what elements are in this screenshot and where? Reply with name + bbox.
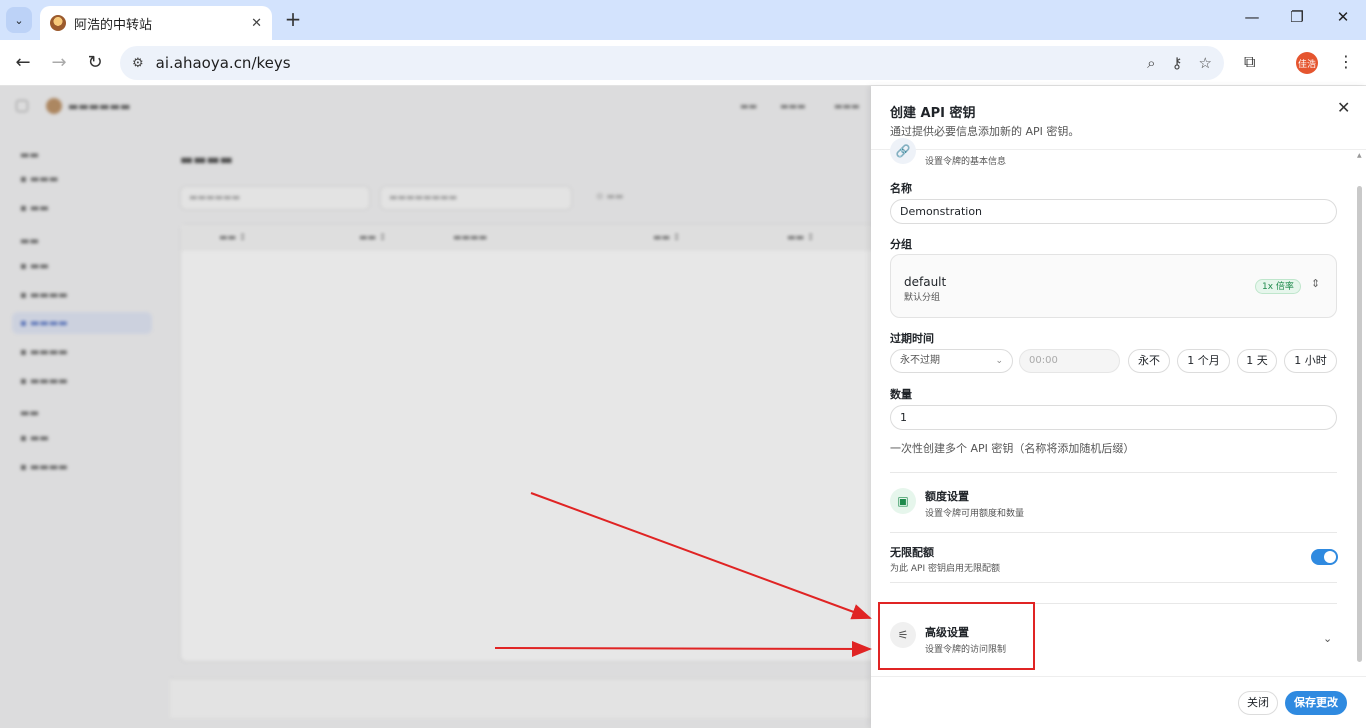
profile-avatar[interactable]: 佳浩 — [1296, 52, 1318, 74]
new-tab-button[interactable]: + — [282, 8, 304, 30]
section-divider — [890, 472, 1337, 473]
site-settings-icon[interactable]: ⚙ — [132, 56, 144, 71]
sheet-scrollbar[interactable]: ▲ — [1357, 152, 1363, 674]
quantity-hint: 一次性创建多个 API 密钥（名称将添加随机后缀） — [890, 442, 1135, 455]
window-close-button[interactable]: ✕ — [1331, 8, 1355, 26]
sheet-footer: 关闭 保存更改 — [871, 676, 1366, 728]
link-icon: 🔗 — [890, 138, 916, 164]
extensions-puzzle-icon[interactable]: ⧉ — [1244, 52, 1255, 72]
reload-icon[interactable]: ↻ — [82, 50, 108, 76]
sheet-header: 创建 API 密钥 通过提供必要信息添加新的 API 密钥。 ✕ — [871, 86, 1366, 150]
group-label: 分组 — [890, 238, 912, 251]
bookmark-star-icon[interactable]: ☆ — [1199, 54, 1212, 72]
group-ratio-badge: 1x 倍率 — [1255, 279, 1301, 294]
sheet-subtitle: 通过提供必要信息添加新的 API 密钥。 — [890, 125, 1080, 138]
section-divider — [890, 582, 1337, 583]
tab-close-icon[interactable]: ✕ — [251, 16, 262, 31]
group-select[interactable]: default 默认分组 1x 倍率 ⇕ — [890, 254, 1337, 318]
scrollbar-thumb[interactable] — [1357, 186, 1362, 662]
expire-1-month-button[interactable]: 1 个月 — [1177, 349, 1230, 373]
expire-1-hour-button[interactable]: 1 小时 — [1284, 349, 1337, 373]
close-button[interactable]: 关闭 — [1238, 691, 1278, 715]
group-description: 默认分组 — [904, 293, 941, 303]
expire-time-input[interactable]: 00:00 — [1019, 349, 1120, 373]
unlimited-quota-label: 无限配额 — [890, 546, 934, 559]
chevron-down-icon[interactable]: ⌄ — [1323, 632, 1332, 645]
sheet-close-icon[interactable]: ✕ — [1337, 98, 1350, 117]
expire-1-day-button[interactable]: 1 天 — [1237, 349, 1277, 373]
tab-search-chevron-icon[interactable]: ⌄ — [6, 7, 32, 33]
name-label: 名称 — [890, 182, 912, 195]
expire-select[interactable]: 永不过期 ⌄ — [890, 349, 1013, 373]
browser-tab-bar: ⌄ 阿浩的中转站 ✕ + — ❐ ✕ — [0, 0, 1366, 40]
tab-title: 阿浩的中转站 — [74, 17, 153, 33]
unlimited-quota-toggle[interactable] — [1311, 549, 1338, 565]
modal-backdrop[interactable] — [0, 86, 871, 728]
browser-menu-icon[interactable]: ⋮ — [1338, 52, 1354, 71]
unlimited-quota-subtitle: 为此 API 密钥启用无限配额 — [890, 564, 1000, 574]
site-favicon-icon — [50, 15, 66, 31]
quantity-input[interactable]: 1 — [890, 405, 1337, 430]
window-maximize-button[interactable]: ❐ — [1285, 8, 1309, 26]
sheet-title: 创建 API 密钥 — [890, 106, 976, 121]
address-url[interactable]: ai.ahaoya.cn/keys — [156, 54, 1131, 72]
section-divider — [890, 532, 1337, 533]
browser-toolbar: ← → ↻ ⚙ ai.ahaoya.cn/keys ⌕ ⚷ ☆ ⧉ 佳浩 ⋮ — [0, 40, 1366, 86]
quota-section-subtitle: 设置令牌可用额度和数量 — [925, 509, 1025, 519]
expire-select-value: 永不过期 — [900, 355, 940, 366]
zoom-icon[interactable]: ⌕ — [1147, 54, 1155, 72]
expire-never-button[interactable]: 永不 — [1128, 349, 1170, 373]
chevron-up-down-icon: ⇕ — [1311, 277, 1321, 290]
scroll-up-arrow-icon[interactable]: ▲ — [1357, 152, 1362, 159]
back-arrow-icon[interactable]: ← — [10, 50, 36, 76]
group-name: default — [904, 275, 947, 289]
quota-section-title: 额度设置 — [925, 490, 969, 503]
chevron-down-icon: ⌄ — [995, 356, 1003, 366]
password-key-icon[interactable]: ⚷ — [1172, 54, 1183, 72]
wallet-icon: ▣ — [890, 488, 916, 514]
background-page: ▬▬▬▬▬▬ ▬▬ ▬▬▬ ▬▬▬ ▬▬ ▪ ▬▬▬ ▪ ▬▬ ▬▬ ▪ ▬▬ … — [0, 86, 871, 728]
quantity-label: 数量 — [890, 388, 912, 401]
expire-label: 过期时间 — [890, 332, 934, 345]
address-bar[interactable]: ⚙ ai.ahaoya.cn/keys ⌕ ⚷ ☆ — [120, 46, 1224, 80]
window-minimize-button[interactable]: — — [1240, 8, 1264, 26]
forward-arrow-icon[interactable]: → — [46, 50, 72, 76]
basic-section-subtitle: 设置令牌的基本信息 — [925, 157, 1007, 167]
annotation-highlight-box — [878, 602, 1035, 670]
save-changes-button[interactable]: 保存更改 — [1285, 691, 1347, 715]
name-input[interactable]: Demonstration — [890, 199, 1337, 224]
browser-tab[interactable]: 阿浩的中转站 ✕ — [40, 6, 272, 40]
